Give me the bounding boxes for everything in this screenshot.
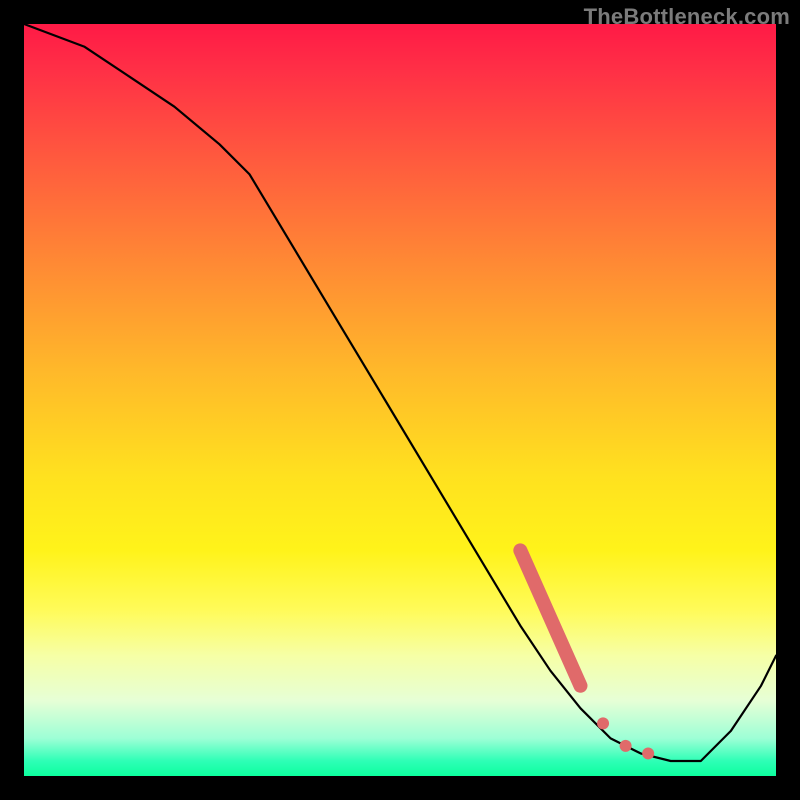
chart-svg <box>24 24 776 776</box>
bottleneck-curve <box>24 24 776 761</box>
highlight-dot-a <box>597 717 609 729</box>
plot-area <box>24 24 776 776</box>
watermark-label: TheBottleneck.com <box>584 4 790 30</box>
highlight-dot-c <box>642 747 654 759</box>
highlight-dot-b <box>620 740 632 752</box>
highlight-segment <box>520 550 580 685</box>
chart-stage: TheBottleneck.com <box>0 0 800 800</box>
